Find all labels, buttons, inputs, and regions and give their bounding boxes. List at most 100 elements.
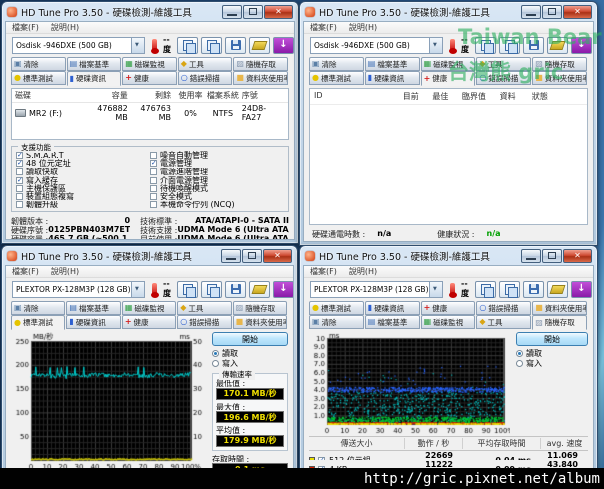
tab-disk-info[interactable]: ▮ 硬碟資訊: [67, 71, 122, 86]
tab-folder-usage[interactable]: ■ 資料夾使用率: [532, 301, 587, 315]
mode-radio-option[interactable]: 讀取: [516, 349, 588, 358]
tab-tools[interactable]: ◆ 工具: [178, 57, 233, 71]
copy-text-button[interactable]: [499, 37, 520, 54]
menu-file[interactable]: 檔案(F): [310, 266, 337, 277]
menu-help[interactable]: 說明(H): [349, 266, 377, 277]
close-button[interactable]: [263, 249, 292, 263]
save-button[interactable]: [225, 37, 246, 54]
titlebar[interactable]: HD Tune Pro 3.50 - 硬碟檢測-維護工具: [300, 246, 597, 264]
chevron-down-icon[interactable]: [131, 282, 144, 297]
minimize-button[interactable]: [521, 5, 541, 19]
chevron-down-icon[interactable]: [429, 282, 442, 297]
feature-checkbox[interactable]: [16, 193, 23, 200]
tab-tools[interactable]: ◆ 工具: [476, 315, 531, 329]
tab-error-scan[interactable]: ○ 錯誤掃描: [476, 301, 531, 315]
tab-tools[interactable]: ◆ 工具: [476, 57, 531, 71]
tab-random-access[interactable]: ▨ 隨機存取: [233, 57, 288, 71]
tab-file-benchmark[interactable]: ▤ 檔案基準: [365, 315, 420, 329]
tab-erase[interactable]: ▣ 清除: [11, 301, 65, 315]
tab-disk-info[interactable]: ▮ 硬碟資訊: [365, 301, 420, 315]
menu-help[interactable]: 說明(H): [51, 266, 79, 277]
titlebar[interactable]: HD Tune Pro 3.50 - 硬碟檢測-維護工具: [2, 2, 298, 20]
update-button[interactable]: ↓: [273, 281, 294, 298]
minimize-button[interactable]: [222, 5, 242, 19]
drive-select[interactable]: Osdisk -946DXE (500 GB): [12, 37, 145, 54]
feature-checkbox[interactable]: [16, 185, 23, 192]
close-button[interactable]: [264, 5, 293, 19]
tab-health[interactable]: + 健康: [421, 71, 476, 86]
feature-checkbox[interactable]: [16, 152, 23, 159]
maximize-button[interactable]: [542, 249, 562, 263]
tab-health[interactable]: + 健康: [122, 315, 176, 329]
capture-button[interactable]: [547, 281, 568, 298]
tab-error-scan[interactable]: ○ 錯誤掃描: [177, 315, 231, 329]
titlebar[interactable]: HD Tune Pro 3.50 - 硬碟檢測-維護工具: [2, 246, 297, 264]
tab-tools[interactable]: ◆ 工具: [177, 301, 231, 315]
tab-error-scan[interactable]: ○ 錯誤掃描: [476, 71, 531, 85]
update-button[interactable]: ↓: [571, 281, 592, 298]
drive-select[interactable]: PLEXTOR PX-128M3P (128 GB): [310, 281, 443, 298]
copy-image-button[interactable]: [475, 37, 496, 54]
series-checkbox[interactable]: [318, 457, 325, 461]
maximize-button[interactable]: [243, 5, 263, 19]
tab-error-scan[interactable]: ○ 錯誤掃描: [178, 71, 233, 85]
save-button[interactable]: [523, 281, 544, 298]
close-button[interactable]: [563, 249, 592, 263]
mode-radio-option[interactable]: 讀取: [212, 349, 288, 358]
tab-health[interactable]: + 健康: [421, 301, 476, 315]
maximize-button[interactable]: [542, 5, 562, 19]
menu-file[interactable]: 檔案(F): [12, 266, 39, 277]
menu-file[interactable]: 檔案(F): [310, 22, 337, 33]
minimize-button[interactable]: [221, 249, 241, 263]
tab-disk-info[interactable]: ▮ 硬碟資訊: [365, 71, 420, 85]
maximize-button[interactable]: [242, 249, 262, 263]
save-button[interactable]: [225, 281, 246, 298]
mode-radio-option[interactable]: 寫入: [212, 359, 288, 368]
start-button[interactable]: 開始: [212, 332, 288, 346]
copy-text-button[interactable]: [201, 37, 222, 54]
feature-checkbox[interactable]: [150, 160, 157, 167]
mode-radio-option[interactable]: 寫入: [516, 359, 588, 368]
tab-benchmark[interactable]: ● 標準測試: [11, 315, 65, 330]
tab-random-access[interactable]: ▨ 隨機存取: [532, 315, 587, 330]
tab-erase[interactable]: ▣ 清除: [11, 57, 66, 71]
capture-button[interactable]: [249, 281, 270, 298]
menu-file[interactable]: 檔案(F): [12, 22, 39, 33]
start-button[interactable]: 開始: [516, 332, 588, 346]
feature-checkbox[interactable]: [150, 177, 157, 184]
drive-select[interactable]: Osdisk -946DXE (500 GB): [310, 37, 443, 54]
feature-checkbox[interactable]: [150, 201, 157, 208]
feature-checkbox[interactable]: [16, 160, 23, 167]
tab-random-access[interactable]: ▨ 隨機存取: [532, 57, 587, 71]
update-button[interactable]: ↓: [273, 37, 294, 54]
tab-folder-usage[interactable]: ■ 資料夾使用率: [233, 315, 287, 329]
tab-file-benchmark[interactable]: ▤ 檔案基準: [67, 57, 122, 71]
chevron-down-icon[interactable]: [131, 38, 144, 53]
titlebar[interactable]: HD Tune Pro 3.50 - 硬碟檢測-維護工具: [300, 2, 597, 20]
capture-button[interactable]: [547, 37, 568, 54]
tab-folder-usage[interactable]: ■ 資料夾使用率: [532, 71, 587, 85]
tab-erase[interactable]: ▣ 清除: [309, 315, 364, 329]
capture-button[interactable]: [249, 37, 270, 54]
tab-disk-monitor[interactable]: ▦ 磁碟監視: [421, 57, 476, 71]
tab-file-benchmark[interactable]: ▤ 檔案基準: [66, 301, 120, 315]
tab-disk-monitor[interactable]: ▦ 磁碟監視: [122, 57, 177, 71]
tab-disk-monitor[interactable]: ▦ 磁碟監視: [122, 301, 176, 315]
tab-disk-info[interactable]: ▮ 硬碟資訊: [66, 315, 120, 329]
minimize-button[interactable]: [521, 249, 541, 263]
tab-benchmark[interactable]: ● 標準測試: [309, 301, 364, 315]
tab-folder-usage[interactable]: ■ 資料夾使用率: [233, 71, 288, 85]
feature-checkbox[interactable]: [16, 201, 23, 208]
chevron-down-icon[interactable]: [429, 38, 442, 53]
tab-file-benchmark[interactable]: ▤ 檔案基準: [365, 57, 420, 71]
copy-image-button[interactable]: [177, 281, 198, 298]
copy-image-button[interactable]: [475, 281, 496, 298]
tab-benchmark[interactable]: ● 標準測試: [11, 71, 66, 85]
feature-checkbox[interactable]: [16, 168, 23, 175]
copy-image-button[interactable]: [177, 37, 198, 54]
close-button[interactable]: [563, 5, 592, 19]
save-button[interactable]: [523, 37, 544, 54]
feature-checkbox[interactable]: [16, 177, 23, 184]
copy-text-button[interactable]: [201, 281, 222, 298]
menu-help[interactable]: 說明(H): [349, 22, 377, 33]
